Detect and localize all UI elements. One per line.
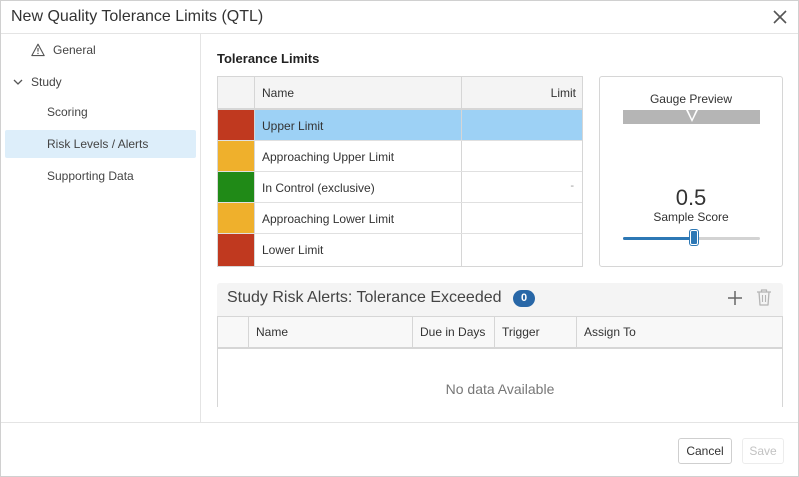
row-name: In Control (exclusive) [262, 181, 375, 195]
dialog-header: New Quality Tolerance Limits (QTL) [1, 1, 798, 34]
tolerance-limits-title: Tolerance Limits [217, 51, 320, 66]
dialog-footer: Cancel Save [1, 422, 798, 476]
sidebar-item-label: Risk Levels / Alerts [47, 137, 149, 151]
sidebar-item-study[interactable]: Study [5, 68, 196, 96]
row-name: Approaching Lower Limit [262, 212, 395, 226]
table-row[interactable]: Approaching Lower Limit [218, 203, 582, 234]
column-header-due-in-days[interactable]: Due in Days [413, 317, 495, 347]
dialog-title: New Quality Tolerance Limits (QTL) [11, 8, 264, 25]
column-header-limit[interactable]: Limit [551, 86, 576, 100]
row-name: Lower Limit [262, 243, 324, 257]
table-row[interactable]: In Control (exclusive) - [218, 172, 582, 203]
sidebar-item-label: General [53, 43, 96, 57]
tolerance-limits-table: Name Limit Upper Limit Approaching Upper… [217, 76, 583, 267]
column-header-label: Due in Days [420, 325, 486, 339]
limit-cell[interactable] [461, 203, 582, 233]
table-row[interactable]: Upper Limit [218, 110, 582, 141]
sidebar-item-label: Study [31, 75, 62, 89]
limit-cell[interactable] [461, 141, 582, 171]
limit-cell[interactable]: - [461, 172, 582, 202]
slider-handle[interactable] [690, 230, 699, 245]
close-icon[interactable] [772, 9, 788, 25]
qtl-dialog: New Quality Tolerance Limits (QTL) Gener… [0, 0, 799, 477]
gauge-preview-title: Gauge Preview [649, 92, 733, 106]
alerts-title: Study Risk Alerts: Tolerance Exceeded [227, 289, 502, 306]
chevron-down-icon[interactable] [11, 75, 25, 89]
sidebar-item-scoring[interactable]: Scoring [5, 98, 196, 126]
limit-value: - [570, 180, 574, 192]
sidebar-item-label: Scoring [47, 105, 88, 119]
table-row[interactable]: Approaching Upper Limit [218, 141, 582, 172]
row-name: Approaching Upper Limit [262, 150, 395, 164]
sidebar-item-supporting-data[interactable]: Supporting Data [5, 162, 196, 190]
sample-score-value: 0.5 [675, 185, 707, 210]
alerts-count-badge: 0 [513, 290, 535, 307]
empty-state-message: No data Available [445, 381, 555, 397]
plus-icon[interactable] [726, 289, 744, 307]
row-name: Upper Limit [262, 119, 324, 133]
cancel-button[interactable]: Cancel [678, 438, 732, 464]
sidebar-item-general[interactable]: General [5, 36, 196, 64]
warning-icon [31, 43, 45, 57]
select-column-header [218, 317, 249, 347]
sidebar-nav: General Study Scoring Risk Levels / Aler… [1, 34, 201, 422]
limit-cell[interactable] [461, 110, 582, 140]
main-content: Tolerance Limits Name Limit Upper Limit … [217, 34, 785, 422]
alerts-grid-header: Name Due in Days Trigger Assign To [218, 317, 782, 349]
color-swatch[interactable] [218, 110, 255, 140]
column-header-trigger[interactable]: Trigger [495, 317, 577, 347]
column-header-label: Name [256, 325, 289, 339]
table-header: Name Limit [218, 77, 582, 110]
column-header-label: Trigger [502, 325, 540, 339]
slider-fill [623, 237, 695, 240]
table-row[interactable]: Lower Limit [218, 234, 582, 266]
limit-cell[interactable] [461, 234, 582, 266]
sidebar-item-label: Supporting Data [47, 169, 134, 183]
color-swatch[interactable] [218, 203, 255, 233]
color-swatch[interactable] [218, 141, 255, 171]
column-header-name[interactable]: Name [249, 317, 413, 347]
sidebar-item-risk-levels-alerts[interactable]: Risk Levels / Alerts [5, 130, 196, 158]
color-column-header [218, 77, 255, 108]
trash-icon[interactable] [755, 288, 773, 307]
column-header-limit-cell: Limit [461, 77, 582, 108]
gauge-marker-icon [685, 110, 698, 122]
column-header-name[interactable]: Name [262, 86, 294, 100]
column-header-assign-to[interactable]: Assign To [577, 317, 782, 347]
alerts-grid: Name Due in Days Trigger Assign To No da… [217, 316, 783, 407]
color-swatch[interactable] [218, 234, 255, 266]
column-header-label: Assign To [584, 325, 636, 339]
save-button[interactable]: Save [742, 438, 784, 464]
color-swatch[interactable] [218, 172, 255, 202]
sample-score-label: Sample Score [653, 210, 729, 224]
study-risk-alerts-panel: Study Risk Alerts: Tolerance Exceeded 0 … [217, 283, 783, 407]
gauge-preview-card: Gauge Preview 0.5 Sample Score [599, 76, 783, 267]
